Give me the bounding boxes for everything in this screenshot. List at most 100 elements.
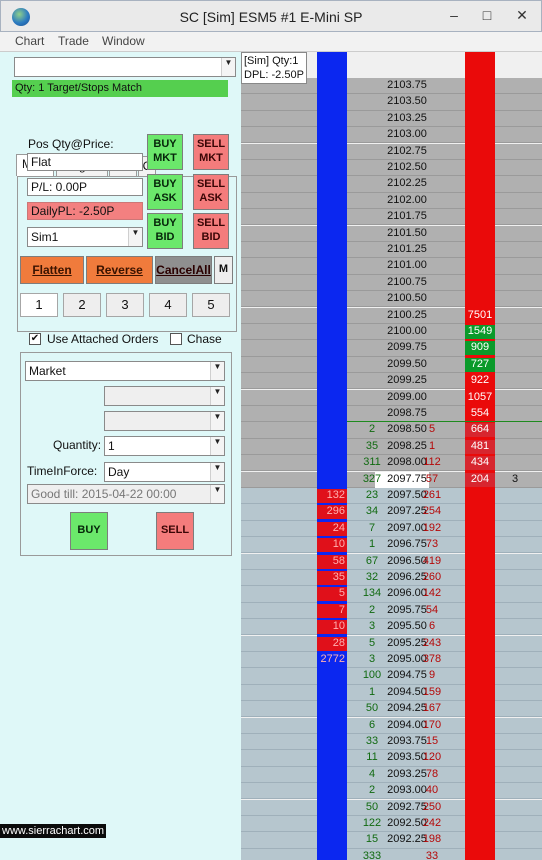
ask-volume-cell: 33: [425, 849, 439, 860]
ladder-row-cells: 333 33: [241, 849, 542, 860]
flatten-button[interactable]: Flatten: [20, 256, 84, 284]
order-dropdown[interactable]: ▼: [14, 57, 236, 77]
menu-window[interactable]: Window: [102, 34, 145, 48]
bid-depth-cell: 28: [332, 636, 345, 649]
chevron-down-icon: ▼: [210, 412, 224, 430]
price-select-2: ▼: [104, 411, 225, 431]
bid-depth-cell: 2772: [320, 653, 345, 665]
bid-depth-cell: 58: [332, 554, 345, 567]
ladder-row-cells: 3 2095.00 378 2772: [241, 652, 542, 668]
maximize-button[interactable]: □: [477, 5, 497, 25]
price-cell: 2101.00: [387, 259, 427, 272]
qty-button-4[interactable]: 4: [149, 293, 187, 317]
ladder-row-cells: 311 2098.00 112 434: [241, 455, 542, 471]
chevron-down-icon: ▼: [128, 228, 142, 246]
minimize-button[interactable]: –: [444, 5, 464, 25]
price-cell: 2102.50: [387, 161, 427, 173]
ask-volume-cell: 5: [428, 423, 436, 436]
ask-depth-cell: 1549: [467, 325, 493, 337]
ladder-row-cells: 2099.50 727: [241, 357, 542, 373]
reverse-button[interactable]: Reverse: [86, 256, 153, 284]
bid-depth-cell: 296: [326, 505, 345, 518]
ladder-row-cells: 2099.25 922: [241, 373, 542, 389]
qty-button-5[interactable]: 5: [192, 293, 230, 317]
price-cell: 2099.25: [387, 374, 427, 387]
bid-depth-cell: 10: [332, 538, 345, 551]
ladder-row-cells: 2102.75: [241, 144, 542, 160]
ask-volume-cell: 112: [423, 456, 441, 469]
buy-market-button[interactable]: BUY MKT: [147, 134, 183, 170]
sell-bid-button[interactable]: SELL BID: [193, 213, 229, 249]
ladder-row-cells: 100 2094.75 9: [241, 668, 542, 684]
ask-volume-cell: 260: [422, 571, 442, 583]
ladder-row-cells: 5 2095.25 243 28: [241, 636, 542, 652]
ladder-row-cells: 327 2097.75 57 204 3: [241, 471, 542, 488]
m-button[interactable]: M: [214, 256, 233, 284]
price-cell: 2099.00: [387, 390, 427, 403]
ask-depth-cell: 909: [470, 341, 490, 354]
qty-button-1[interactable]: 1: [20, 293, 58, 317]
ask-volume-cell: 254: [422, 505, 442, 518]
quantity-select[interactable]: 1 ▼: [104, 436, 225, 456]
ladder-row-cells: 4 2093.25 78: [241, 767, 542, 783]
account-select[interactable]: Sim1 ▼: [27, 227, 143, 247]
chase-checkbox[interactable]: [170, 333, 182, 345]
ask-volume-cell: 40: [425, 784, 439, 797]
price-cell: 2103.50: [387, 95, 427, 108]
close-button[interactable]: ✕: [512, 5, 532, 25]
ladder-row-cells: 122 2092.50 242: [241, 816, 542, 832]
ladder-row-cells: 11 2093.50 120: [241, 750, 542, 766]
qty-button-2[interactable]: 2: [63, 293, 101, 317]
ladder-row-cells: 2100.25 7501: [241, 308, 542, 324]
ladder-row-cells: 50 2092.75 250: [241, 800, 542, 816]
ladder-info-box: [Sim] Qty:1 DPL: -2.50P: [241, 52, 307, 84]
ask-depth-cell: 7501: [467, 308, 493, 321]
price-ladder[interactable]: 2103.75 2103.50 2103.25 2103.00 2102.75 2102.…: [241, 52, 542, 860]
tif-select[interactable]: Day ▼: [104, 462, 225, 482]
cancel-all-button[interactable]: CancelAll: [155, 256, 212, 284]
pl-field: P/L: 0.00P: [27, 178, 143, 196]
buy-ask-button[interactable]: BUY ASK: [147, 174, 183, 210]
ladder-row-cells: 2102.25: [241, 176, 542, 192]
ask-volume-cell: 419: [422, 554, 442, 567]
ask-depth-cell: 204: [470, 472, 490, 485]
status-bar: Qty: 1 Target/Stops Match: [12, 80, 228, 97]
attached-orders-checkbox[interactable]: ✔: [29, 333, 41, 345]
bid-depth-cell: 5: [338, 587, 345, 600]
chevron-down-icon: ▼: [210, 437, 224, 455]
chevron-down-icon: ▼: [221, 58, 235, 76]
buy-button[interactable]: BUY: [70, 512, 108, 550]
menu-chart[interactable]: Chart: [15, 34, 44, 48]
price-cell: 2103.75: [387, 79, 427, 91]
sell-market-button[interactable]: SELL MKT: [193, 134, 229, 170]
ask-volume-cell: 159: [422, 685, 442, 698]
ask-volume-cell: 15: [425, 735, 439, 747]
ask-volume-cell: 170: [422, 718, 442, 731]
ladder-row-cells: 1 2096.75 73 10: [241, 537, 542, 553]
ladder-row-cells: 2101.25: [241, 242, 542, 258]
ladder-row-cells: 23 2097.50 261 132: [241, 488, 542, 504]
ladder-row-cells: 2102.50: [241, 160, 542, 176]
sell-ask-button[interactable]: SELL ASK: [193, 174, 229, 210]
last-size-cell: 3: [511, 472, 519, 485]
ladder-row-cells: 2102.00: [241, 193, 542, 209]
ladder-row-cells: 7 2097.00 192 24: [241, 521, 542, 537]
qty-button-3[interactable]: 3: [106, 293, 144, 317]
sell-button[interactable]: SELL: [156, 512, 194, 550]
ladder-row-cells: 6 2094.00 170: [241, 718, 542, 734]
ask-volume-cell: 54: [425, 603, 439, 616]
ladder-row-cells: 33 2093.75 15: [241, 734, 542, 750]
inside-market-divider: [347, 421, 542, 423]
menu-bar: Chart Trade Window: [0, 32, 542, 52]
ask-volume-cell: 1: [428, 439, 436, 452]
price-cell: 2098.75: [387, 407, 427, 419]
price-cell: 2102.00: [387, 193, 427, 206]
order-type-select[interactable]: Market ▼: [25, 361, 225, 381]
ask-depth-cell: 727: [470, 357, 490, 370]
buy-bid-button[interactable]: BUY BID: [147, 213, 183, 249]
ask-depth-cell: 554: [470, 407, 490, 419]
ladder-row-cells: 1 2094.50 159: [241, 685, 542, 701]
menu-trade[interactable]: Trade: [58, 34, 89, 48]
ladder-row-cells: 2103.00: [241, 127, 542, 143]
ladder-info-line2: DPL: -2.50P: [244, 69, 304, 81]
